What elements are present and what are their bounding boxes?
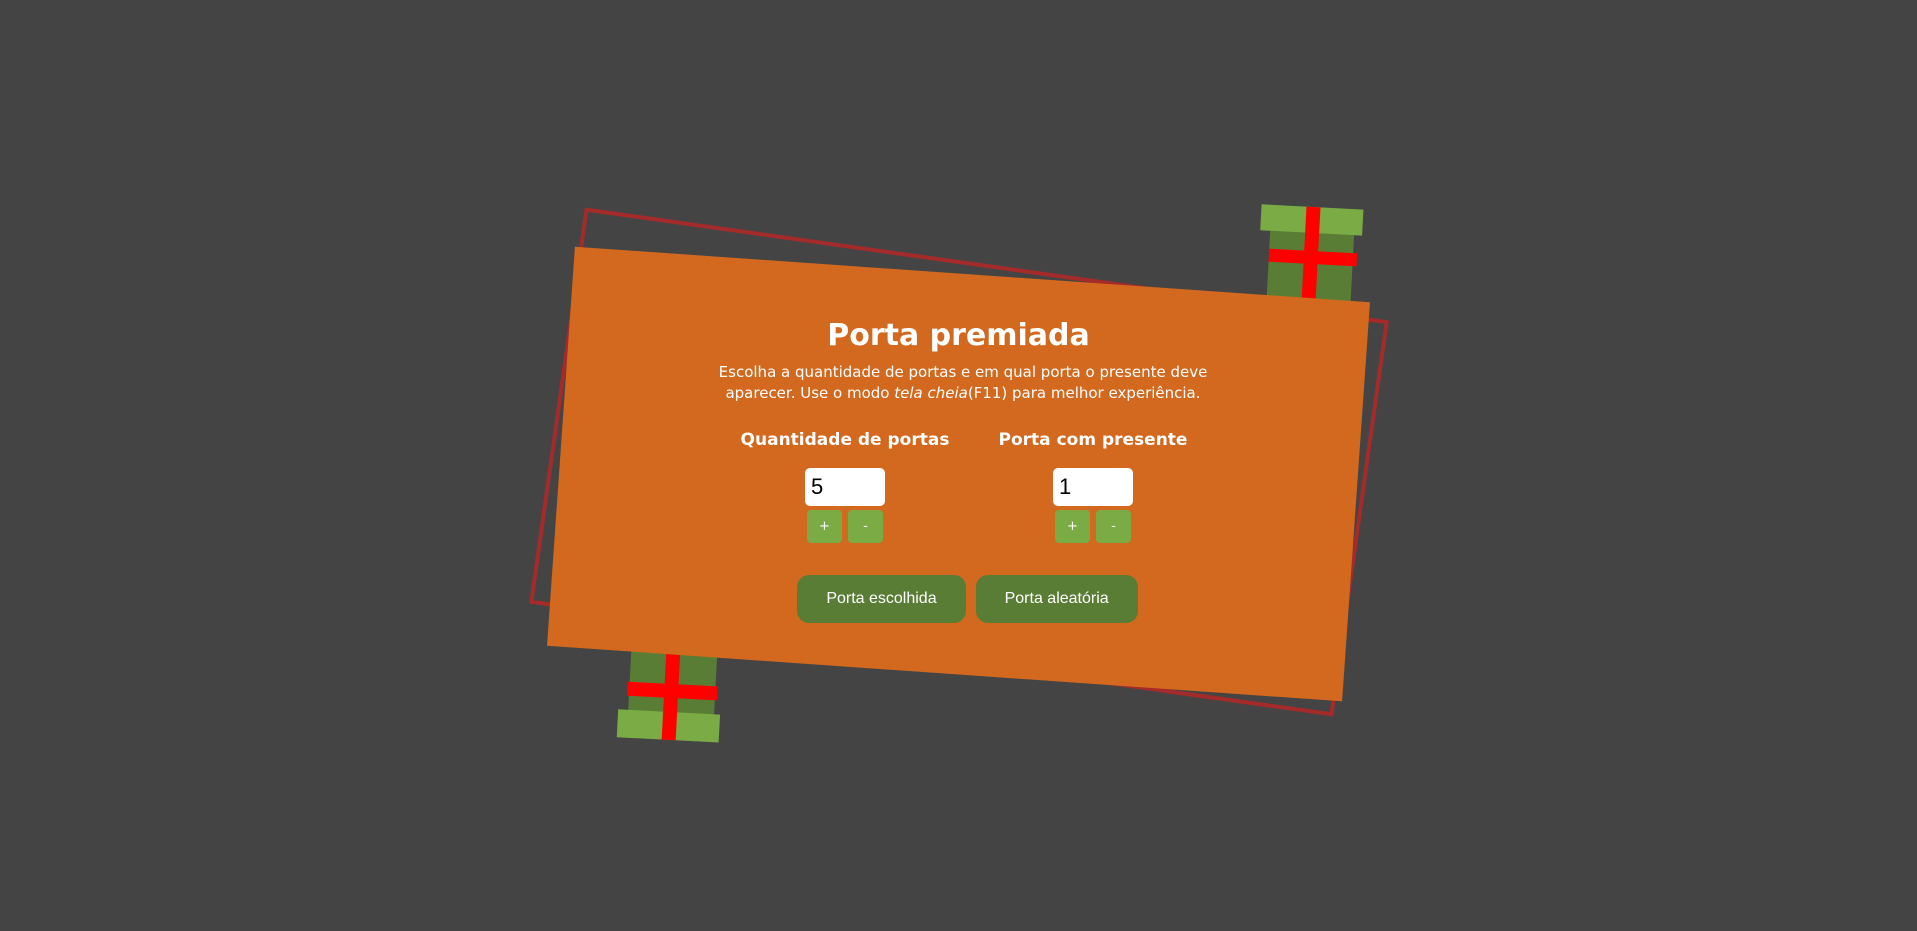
prize-door-field: Porta com presente + - <box>983 430 1203 543</box>
description-emphasis: tela cheia <box>894 384 968 402</box>
random-door-button[interactable]: Porta aleatória <box>975 575 1138 623</box>
chosen-door-button[interactable]: Porta escolhida <box>797 575 966 623</box>
description-text-end: (F11) para melhor experiência. <box>967 384 1201 402</box>
gift-box-bottom-icon <box>616 645 726 745</box>
card-background <box>547 246 1370 702</box>
prize-door-increment-button[interactable]: + <box>1055 510 1090 543</box>
doors-label: Quantidade de portas <box>740 430 950 450</box>
gift-box-top-icon <box>1257 204 1368 306</box>
prize-door-label: Porta com presente <box>998 430 1188 450</box>
prize-door-decrement-button[interactable]: - <box>1096 510 1131 543</box>
action-buttons: Porta escolhida Porta aleatória <box>0 575 1917 623</box>
doors-stepper: + - <box>735 510 955 543</box>
page: Porta premiada Escolha a quantidade de p… <box>0 0 1917 931</box>
doors-field: Quantidade de portas + - <box>735 430 955 543</box>
prize-door-stepper: + - <box>983 510 1203 543</box>
page-description: Escolha a quantidade de portas e em qual… <box>683 362 1243 404</box>
doors-decrement-button[interactable]: - <box>848 510 883 543</box>
page-title: Porta premiada <box>827 318 1090 353</box>
doors-increment-button[interactable]: + <box>807 510 842 543</box>
prize-door-input[interactable] <box>1053 468 1133 506</box>
doors-input[interactable] <box>805 468 885 506</box>
